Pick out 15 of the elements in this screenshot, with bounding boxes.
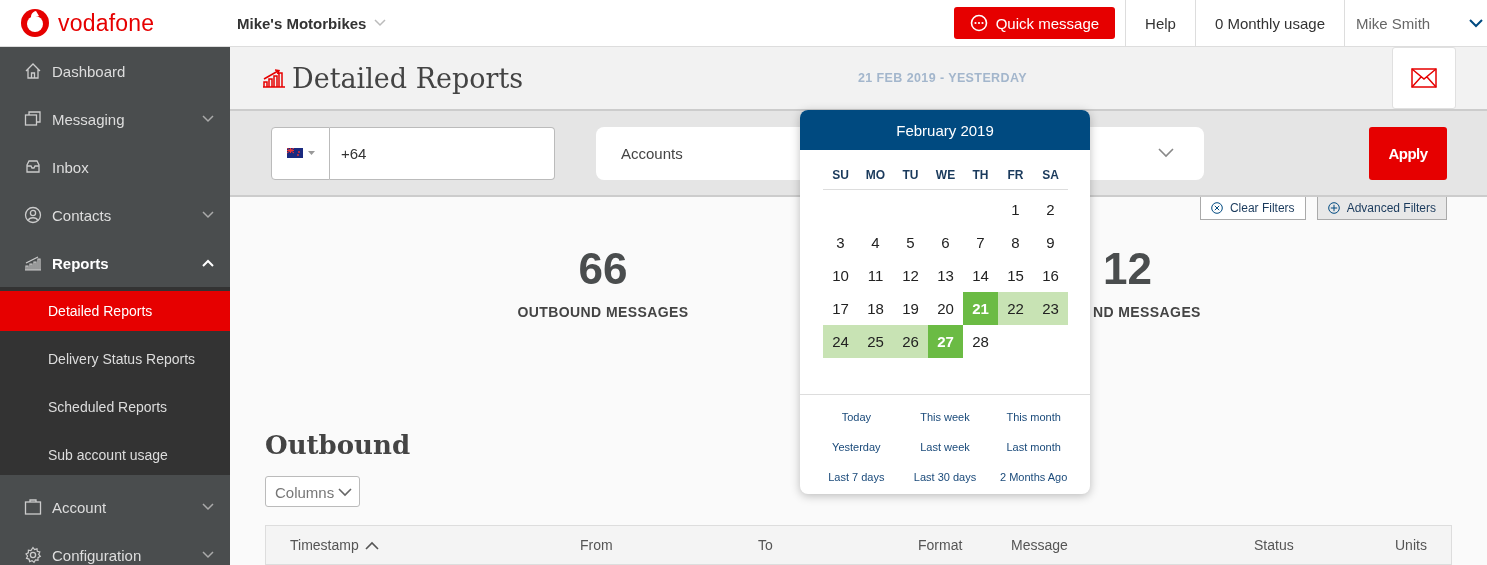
weekday-label: WE <box>934 166 957 184</box>
stat-value: 12 <box>1102 243 1152 295</box>
section-title: Outbound <box>265 430 411 460</box>
weekday-label: SA <box>1041 166 1060 184</box>
weekday-label: SU <box>831 166 850 184</box>
stat-label: OUTBOUND MESSAGES <box>517 304 689 320</box>
calendar-month: February 2019 <box>800 110 1090 150</box>
weekday-label: TU <box>901 166 920 184</box>
weekday-label: FR <box>1006 166 1025 184</box>
stat-value: 66 <box>578 243 628 295</box>
brand-name: vodafone <box>58 9 155 37</box>
page-title: Detailed Reports <box>292 62 524 94</box>
weekday-label: TH <box>971 166 990 184</box>
weekday-label: MO <box>864 166 887 184</box>
stat-label: ND MESSAGES <box>1093 304 1201 320</box>
